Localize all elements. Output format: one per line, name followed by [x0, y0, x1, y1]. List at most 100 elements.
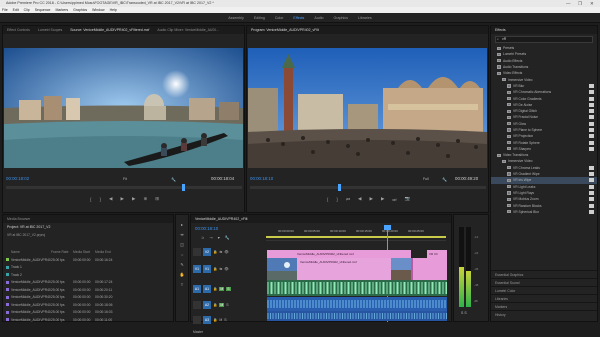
video-clip-v1[interactable]: VeniceMiddle_AUDIVPR402_vFiltered.mxf: [267, 258, 411, 280]
track-source-slot[interactable]: [193, 247, 201, 256]
project-item-row[interactable]: VeniceMiddle_AUDIVPR40 25.00 fps 00:00:00:…: [3, 301, 173, 309]
source-video-frame[interactable]: [4, 48, 243, 168]
tab-program[interactable]: Program: VeniceMiddle_AUDIVPR402_vFilt: [251, 28, 319, 32]
mark-out-icon[interactable]: }: [100, 197, 102, 202]
tab-audio-clip-mixer[interactable]: Audio Clip Mixer: VeniceMiddle_AUDI...: [157, 28, 218, 32]
source-patch-v1[interactable]: V1: [193, 265, 201, 273]
source-time-ruler[interactable]: [6, 184, 242, 191]
solo-button[interactable]: S: [226, 303, 228, 307]
source-timecode-in[interactable]: 00:00:18:02: [6, 176, 29, 181]
lock-icon[interactable]: 🔒: [213, 303, 217, 307]
workspace-editing[interactable]: Editing: [254, 16, 265, 20]
project-item-row[interactable]: VeniceMiddle_AUDIVPR40 25.00 fps 00:00:00:…: [3, 279, 173, 287]
solo-button[interactable]: S: [226, 286, 231, 291]
close-icon[interactable]: ✕: [590, 0, 594, 7]
track-label-a3[interactable]: A3: [203, 315, 211, 324]
program-fit-select[interactable]: Full: [423, 177, 429, 181]
project-item-row[interactable]: VeniceMiddle_AUDIVPR40 25.00 fps 00:00:00:…: [3, 286, 173, 294]
program-step-forward-icon[interactable]: ▶: [381, 196, 384, 202]
source-wrench-icon[interactable]: 🔧: [171, 177, 176, 182]
pen-tool-icon[interactable]: ✎: [179, 261, 185, 267]
mute-button[interactable]: M: [219, 318, 222, 322]
workspace-effects[interactable]: Effects: [293, 16, 304, 20]
lock-icon[interactable]: 🔒: [213, 318, 217, 322]
workspace-assembly[interactable]: Assembly: [228, 16, 244, 20]
program-play-icon[interactable]: ▶: [369, 196, 372, 202]
lock-icon[interactable]: 🔒: [213, 267, 217, 271]
col-media-end[interactable]: Media End: [95, 250, 117, 254]
mark-in-icon[interactable]: {: [90, 197, 92, 202]
type-tool-icon[interactable]: T: [179, 281, 185, 287]
program-mark-out-icon[interactable]: }: [336, 197, 338, 202]
maximize-icon[interactable]: ❐: [578, 0, 582, 7]
panel-libraries[interactable]: Libraries: [491, 294, 597, 302]
audio-clip-a1[interactable]: [267, 280, 447, 296]
timeline-wrench-icon[interactable]: 🔧: [225, 235, 230, 240]
project-item-row[interactable]: VeniceMiddle_AUDIVPR40 25.00 fps 00:00:00:…: [3, 256, 173, 264]
linked-selection-icon[interactable]: ⊸: [209, 235, 212, 240]
col-frame-rate[interactable]: Frame Rate: [51, 250, 73, 254]
program-step-back-icon[interactable]: ◀: [358, 196, 361, 202]
step-forward-icon[interactable]: ▶: [132, 196, 135, 202]
tab-effects[interactable]: Effects: [495, 28, 506, 32]
mute-button[interactable]: M: [219, 302, 225, 307]
workspace-libraries[interactable]: Libraries: [358, 16, 372, 20]
sync-icon[interactable]: ⇆: [219, 267, 222, 271]
overwrite-icon[interactable]: ⊞: [155, 196, 159, 202]
project-item-row[interactable]: Track 1: [3, 264, 173, 272]
program-export-frame-icon[interactable]: 📷: [404, 196, 410, 202]
tab-lumetri-scopes[interactable]: Lumetri Scopes: [38, 28, 62, 32]
eye-icon[interactable]: 👁: [224, 250, 228, 254]
tab-source[interactable]: Source: VeniceMiddle_AUDIVPR402_vFiltere…: [70, 28, 149, 32]
tab-project[interactable]: Project: VR at IBC 2017_V2: [7, 225, 50, 229]
track-label-a2[interactable]: A2: [203, 300, 211, 309]
source-patch-empty[interactable]: [193, 315, 201, 324]
lock-icon[interactable]: 🔒: [213, 250, 217, 254]
track-label-v1[interactable]: V1: [203, 265, 211, 273]
source-playhead[interactable]: [182, 184, 185, 191]
minimize-icon[interactable]: —: [566, 0, 571, 7]
solo-left-button[interactable]: S: [461, 311, 463, 315]
ripple-edit-tool-icon[interactable]: ◫: [179, 241, 185, 247]
audio-clip-a2[interactable]: [267, 297, 447, 311]
panel-lumetri-color[interactable]: Lumetri Color: [491, 286, 597, 294]
panel-essential-graphics[interactable]: Essential Graphics: [491, 270, 597, 278]
program-timecode-in[interactable]: 00:00:18:10: [250, 176, 273, 181]
playhead-handle-icon[interactable]: [384, 225, 391, 230]
video-clip-v2[interactable]: VeniceMiddle_AUDIVPR402_vFiltered.mxf: [267, 250, 411, 258]
track-label-a1[interactable]: A1: [203, 284, 211, 293]
workspace-color[interactable]: Color: [275, 16, 284, 20]
track-select-tool-icon[interactable]: ⇹: [179, 231, 185, 237]
panel-history[interactable]: History: [491, 310, 597, 318]
sync-icon[interactable]: ⇆: [219, 250, 222, 254]
video-clip-v2-b[interactable]: VR Ch: [427, 250, 447, 258]
eye-icon[interactable]: 👁: [224, 267, 228, 271]
program-video-frame[interactable]: [248, 48, 487, 168]
lock-icon[interactable]: 🔒: [213, 287, 217, 291]
project-item-row[interactable]: VeniceMiddle_AUDIVPR40 25.00 fps 00:00:00:…: [3, 309, 173, 317]
col-media-start[interactable]: Media Start: [73, 250, 95, 254]
workspace-audio[interactable]: Audio: [314, 16, 323, 20]
solo-right-button[interactable]: S: [464, 311, 466, 315]
step-back-icon[interactable]: ◀: [109, 196, 112, 202]
snap-icon[interactable]: ⊃: [201, 235, 204, 240]
program-time-ruler[interactable]: [250, 184, 486, 191]
solo-button[interactable]: S: [224, 318, 226, 322]
panel-markers[interactable]: Markers: [491, 302, 597, 310]
insert-icon[interactable]: ⊕: [143, 196, 147, 202]
add-marker-icon[interactable]: ▾: [218, 235, 220, 240]
selection-tool-icon[interactable]: ▸: [179, 221, 185, 227]
tab-sequence[interactable]: VeniceMiddle_AUDIVPR402_vFilt: [195, 217, 248, 221]
program-go-to-in-icon[interactable]: ⏮: [346, 197, 350, 202]
workspace-graphics[interactable]: Graphics: [334, 16, 348, 20]
audio-clip-a3[interactable]: [267, 311, 447, 321]
program-mark-in-icon[interactable]: {: [327, 197, 329, 202]
program-playhead[interactable]: [338, 184, 341, 191]
source-patch-a1[interactable]: A1: [193, 284, 201, 293]
tab-effect-controls[interactable]: Effect Controls: [7, 28, 30, 32]
timeline-ruler[interactable]: 00:00:00:00 00:00:05:00 00:00:10:00 00:0…: [266, 225, 446, 241]
video-clip-v1-transition[interactable]: [411, 258, 447, 280]
panel-essential-sound[interactable]: Essential Sound: [491, 278, 597, 286]
hand-tool-icon[interactable]: ✋: [179, 271, 185, 277]
mute-button[interactable]: M: [219, 286, 225, 291]
